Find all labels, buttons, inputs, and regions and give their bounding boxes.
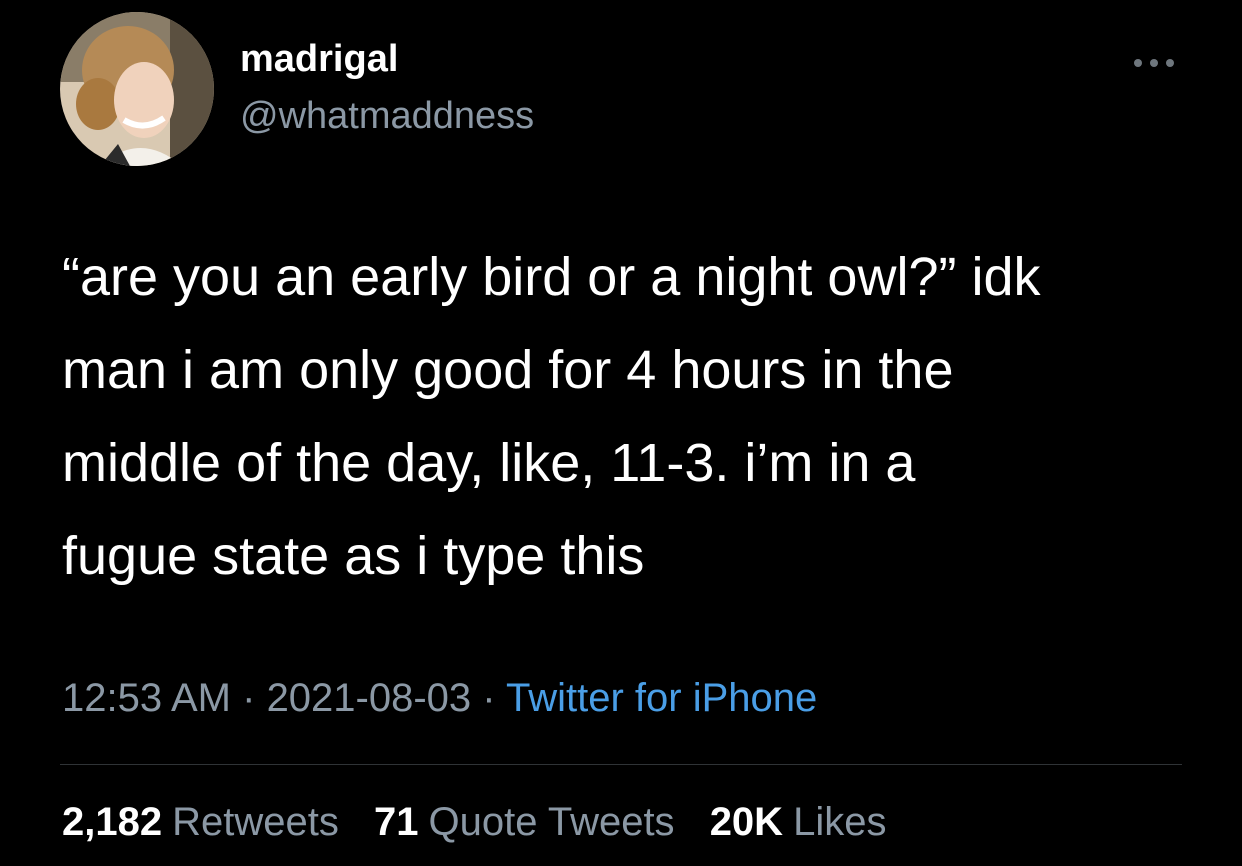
likes-label: Likes <box>793 800 887 844</box>
tweet-date[interactable]: 2021-08-03 <box>267 676 472 720</box>
divider <box>60 764 1182 765</box>
tweet-text-line: “are you an early bird or a night owl?” … <box>62 247 1041 307</box>
likes-count: 20K <box>709 800 784 844</box>
display-name[interactable]: madrigal <box>240 38 398 81</box>
retweets-count: 2,182 <box>62 800 163 844</box>
tweet-source-link[interactable]: Twitter for iPhone <box>506 676 817 720</box>
meta-separator: · <box>231 676 267 720</box>
profile-photo-icon <box>60 12 214 166</box>
retweets-stat[interactable]: 2,182 Retweets <box>62 800 339 844</box>
likes-stat[interactable]: 20K Likes <box>710 800 887 844</box>
more-horizontal-icon <box>1134 59 1142 67</box>
tweet-text-line: man i am only good for 4 hours in the <box>62 340 954 400</box>
tweet-time[interactable]: 12:53 AM <box>62 676 231 720</box>
tweet-text: “are you an early bird or a night owl?” … <box>62 231 1192 603</box>
tweet-metadata: 12:53 AM · 2021-08-03 · Twitter for iPho… <box>62 676 817 721</box>
user-handle[interactable]: @whatmaddness <box>240 95 534 138</box>
more-horizontal-icon-dot <box>1166 59 1174 67</box>
retweets-label: Retweets <box>172 800 339 844</box>
more-horizontal-icon-dot <box>1150 59 1158 67</box>
quote-tweets-label: Quote Tweets <box>428 800 675 844</box>
tweet-text-line: middle of the day, like, 11-3. i’m in a <box>62 433 916 493</box>
meta-separator: · <box>471 676 506 720</box>
more-options-button[interactable] <box>1126 50 1182 76</box>
avatar[interactable] <box>60 12 214 166</box>
tweet-stats: 2,182 Retweets 71 Quote Tweets 20K Likes <box>62 800 910 845</box>
quote-tweets-count: 71 <box>373 800 419 844</box>
quote-tweets-stat[interactable]: 71 Quote Tweets <box>374 800 675 844</box>
tweet-text-line: fugue state as i type this <box>62 526 645 586</box>
